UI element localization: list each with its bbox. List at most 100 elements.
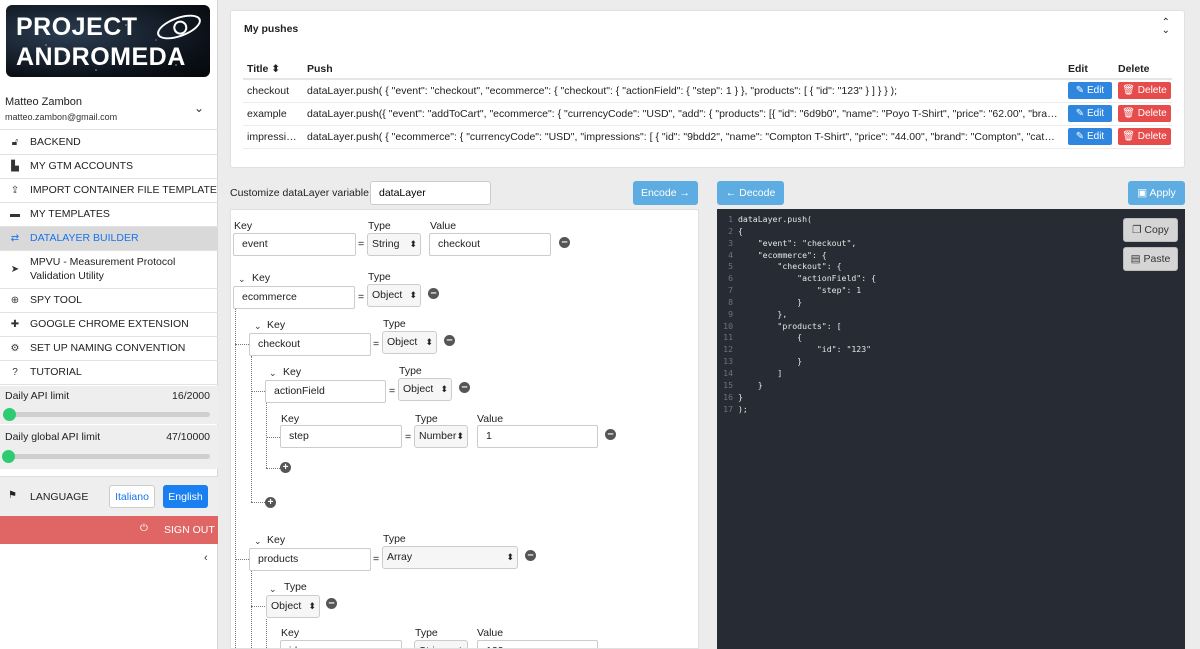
project-andromeda-logo[interactable]: PROJECT ANDROMEDA [6, 5, 210, 77]
event-value-input[interactable]: checkout [429, 233, 551, 256]
actionfield-key-input[interactable]: actionField [265, 380, 386, 403]
nav-item-my-templates[interactable]: ▬ MY TEMPLATES [0, 203, 218, 227]
ecommerce-key-input[interactable]: ecommerce [233, 286, 355, 309]
products-type-select[interactable]: Array [382, 546, 518, 569]
equals-sign: = [405, 431, 412, 443]
delete-button[interactable]: 🗑︎ Delete [1118, 128, 1171, 145]
chevron-down-icon[interactable]: ⌄ [194, 101, 204, 115]
remove-icon[interactable]: – [444, 335, 455, 346]
delete-button[interactable]: 🗑︎ Delete [1118, 105, 1171, 122]
checkout-key-input[interactable]: checkout [249, 333, 371, 356]
decode-button[interactable]: ← Decode [717, 181, 784, 205]
datalayer-variable-input[interactable] [370, 181, 491, 205]
nav-item-label: GOOGLE CHROME EXTENSION [30, 317, 189, 330]
chevron-down-icon[interactable]: ⌄ [254, 321, 262, 332]
tree-guide-line [251, 571, 252, 648]
trash-icon: 🗑︎ [1122, 131, 1135, 142]
id-key-input[interactable]: id [280, 640, 402, 648]
delete-button[interactable]: 🗑︎ Delete [1118, 82, 1171, 100]
equals-sign: = [373, 553, 380, 565]
nav-item-datalayer-builder[interactable]: ⇄ DATALAYER BUILDER [0, 227, 218, 251]
remove-icon[interactable]: – [326, 598, 337, 609]
ecommerce-type-select[interactable]: Object [367, 284, 421, 307]
daily-global-api-limit-knob [2, 450, 15, 463]
remove-icon[interactable]: – [525, 550, 536, 561]
chevron-down-icon[interactable]: ⌄ [269, 368, 277, 379]
nav-item-naming-convention[interactable]: ⚙ SET UP NAMING CONVENTION [0, 337, 218, 361]
id-type-select[interactable]: String [414, 640, 468, 648]
code-line: 13 } [717, 356, 876, 368]
paste-button[interactable]: ▤ Paste [1123, 247, 1178, 271]
remove-icon[interactable]: – [428, 288, 439, 299]
equals-sign: = [389, 385, 396, 397]
daily-global-api-limit-value: 47/10000 [166, 431, 210, 443]
column-title-label: Title [247, 62, 269, 75]
step-key-input[interactable]: step [280, 425, 402, 448]
event-key-input[interactable]: event [233, 233, 356, 256]
code-editor[interactable]: 1 dataLayer.push(2{3 "event": "checkout",… [717, 209, 1185, 649]
nav-item-chrome-extension[interactable]: ✚ GOOGLE CHROME EXTENSION [0, 313, 218, 337]
line-number: 16 [723, 391, 733, 402]
column-header-title[interactable]: Title ⬍ [243, 59, 303, 80]
nav-item-label: IMPORT CONTAINER FILE TEMPLATE [30, 183, 217, 196]
id-value-input[interactable]: 123 [477, 640, 598, 648]
step-type-select[interactable]: Number [414, 425, 468, 448]
remove-icon[interactable]: – [559, 237, 570, 248]
chevron-down-icon[interactable]: ⌄ [238, 274, 246, 285]
step-value-input[interactable]: 1 [477, 425, 598, 448]
products-key-input[interactable]: products [249, 548, 371, 571]
code-line: 2{ [717, 226, 876, 238]
gear-icon: ⚙ [10, 343, 20, 354]
tree-guide-line [251, 356, 252, 502]
user-menu[interactable]: Matteo Zambon matteo.zambon@gmail.com ⌄ [0, 88, 218, 130]
nav-item-label: MPVU - Measurement Protocol Validation U… [30, 255, 176, 282]
remove-icon[interactable]: – [459, 382, 470, 393]
key-label: Key [267, 319, 286, 331]
nav-item-mpvu[interactable]: ➤ MPVU - Measurement Protocol Validation… [0, 251, 218, 289]
item-type-select[interactable]: Object [266, 595, 320, 618]
type-label: Type [399, 365, 422, 377]
upload-icon: ⇪ [10, 185, 20, 196]
daily-api-limit: Daily API limit 16/2000 [0, 386, 218, 424]
checkout-type-select[interactable]: Object [382, 331, 437, 354]
edit-button[interactable]: ✎ Edit [1068, 105, 1112, 122]
table-row: impressions dataLayer.push( { "ecommerce… [243, 125, 1172, 149]
tree-guide-line [235, 559, 249, 560]
my-pushes-card: My pushes ⌃ ⌄ Title ⬍ Push Edit Delete ch… [230, 10, 1185, 168]
italiano-button[interactable]: Italiano [109, 485, 155, 508]
nav-item-backend[interactable]: 🔓︎ BACKEND [0, 131, 218, 155]
nav-item-my-gtm-accounts[interactable]: ▙ MY GTM ACCOUNTS [0, 155, 218, 179]
actionfield-type-select[interactable]: Object [398, 378, 452, 401]
lock-icon: 🔓︎ [11, 137, 19, 148]
copy-button[interactable]: ❐ Copy [1123, 218, 1178, 242]
remove-icon[interactable]: – [605, 429, 616, 440]
chevron-left-icon[interactable]: ‹ [204, 552, 208, 564]
chevron-down-icon[interactable]: ⌄ [269, 584, 277, 595]
nav-item-spy-tool[interactable]: ⊕ SPY TOOL [0, 289, 218, 313]
english-button[interactable]: English [163, 485, 208, 508]
daily-global-api-limit-bar [2, 450, 210, 463]
nav-item-label: SPY TOOL [30, 293, 82, 306]
edit-icon: ✎ [1075, 85, 1085, 97]
question-icon: ? [12, 367, 18, 378]
nav-item-tutorial[interactable]: ? TUTORIAL [0, 361, 218, 385]
sign-out-button[interactable]: ⏻ SIGN OUT [0, 516, 218, 544]
chevron-down-icon[interactable]: ⌄ [254, 536, 262, 547]
nav-item-import-container[interactable]: ⇪ IMPORT CONTAINER FILE TEMPLATE [0, 179, 218, 203]
edit-button[interactable]: ✎ Edit [1068, 82, 1112, 100]
code-text: { [738, 225, 743, 236]
add-field-icon[interactable]: + [265, 497, 276, 508]
collapse-toggle-icon[interactable]: ⌃ ⌄ [1162, 18, 1170, 36]
nav-item-label: BACKEND [30, 135, 81, 148]
event-type-select[interactable]: String [367, 233, 421, 256]
encode-button[interactable]: Encode → [633, 181, 698, 205]
nav-item-label: SET UP NAMING CONVENTION [30, 341, 186, 354]
apply-button[interactable]: ▣ Apply [1128, 181, 1185, 205]
add-field-icon[interactable]: + [280, 462, 291, 473]
edit-button[interactable]: ✎ Edit [1068, 128, 1112, 145]
nav-item-label: DATALAYER BUILDER [30, 231, 139, 244]
type-label: Type [368, 271, 391, 283]
push-code: dataLayer.push( { "event": "checkout", "… [303, 79, 1064, 103]
sort-icon[interactable]: ⬍ [271, 63, 280, 75]
code-text: dataLayer.push( [738, 214, 812, 224]
